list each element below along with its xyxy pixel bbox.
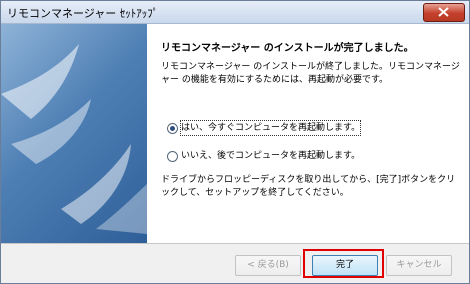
radio-selected-icon[interactable] xyxy=(167,123,178,134)
close-icon xyxy=(438,7,449,17)
window-title: リモコンマネージャー ｾｯﾄｱｯﾌﾟ xyxy=(7,7,159,20)
title-bar: リモコンマネージャー ｾｯﾄｱｯﾌﾟ xyxy=(1,1,469,24)
cancel-button[interactable]: キャンセル xyxy=(386,255,452,276)
button-bar: < 戻る(B) 完了 キャンセル xyxy=(1,244,469,283)
back-button[interactable]: < 戻る(B) xyxy=(235,255,301,276)
completion-description: リモコンマネージャー のインストールが終了しました。リモコンマネージャー の機能… xyxy=(161,62,460,85)
restart-now-label[interactable]: はい、今すぐコンピュータを再起動します。 xyxy=(179,120,362,136)
sail-graphic xyxy=(1,44,147,234)
restart-later-label[interactable]: いいえ、後でコンピュータを再起動します。 xyxy=(181,149,360,163)
close-button[interactable] xyxy=(423,3,465,22)
wizard-banner-image xyxy=(1,24,147,243)
finish-button-highlight xyxy=(303,249,384,278)
completion-heading: リモコンマネージャー のインストールが完了しました。 xyxy=(161,43,414,54)
wizard-content: リモコンマネージャー のインストールが完了しました。 リモコンマネージャー のイ… xyxy=(147,24,469,243)
restart-now-option[interactable]: はい、今すぐコンピュータを再起動します。 xyxy=(167,120,457,137)
setup-dialog: リモコンマネージャー ｾｯﾄｱｯﾌﾟ リモコンマネージャー のインストールが完了… xyxy=(0,0,470,284)
radio-unselected-icon[interactable] xyxy=(167,151,178,162)
restart-later-option[interactable]: いいえ、後でコンピュータを再起動します。 xyxy=(167,149,457,165)
instruction-text: ドライブからフロッピーディスクを取り出してから、[完了]ボタンをクリックして、セ… xyxy=(161,175,456,198)
